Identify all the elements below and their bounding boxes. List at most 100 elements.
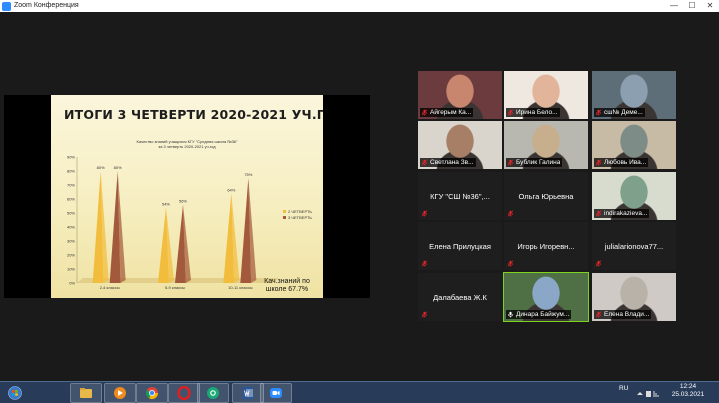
y-tick-label: 20% [67, 253, 75, 258]
legend-swatch [283, 216, 286, 219]
participant-tile[interactable]: Елена Прилуцкая [418, 222, 502, 270]
muted-mic-icon [595, 311, 602, 318]
x-tick-label: 2-4 классы [100, 285, 120, 290]
school-quality-note: Кач.знаний по школе 67.7% [264, 278, 310, 293]
participant-tile[interactable]: Игорь Игоревн... [504, 222, 588, 270]
muted-mic-icon [507, 260, 514, 267]
taskbar [0, 381, 719, 403]
x-tick-label: 10-11 классы [228, 285, 252, 290]
participant-tile[interactable]: julialarionova77... [592, 222, 676, 270]
tray-icons [637, 391, 659, 397]
y-tick-label: 80% [67, 169, 75, 174]
shared-screen: ИТОГИ 3 ЧЕТВЕРТИ 2020-2021 УЧ.ГОД Качест… [4, 95, 370, 298]
participant-nameplate: indirakazievа... [594, 209, 650, 218]
muted-mic-icon [421, 109, 428, 116]
language-indicator[interactable]: RU [619, 385, 628, 392]
zoom-window: Zoom Конференция — ☐ ✕ ИТОГИ 3 ЧЕТВЕРТИ … [0, 0, 719, 403]
y-tick-label: 10% [67, 267, 75, 272]
zoom-app-icon [2, 1, 11, 11]
window-controls: — ☐ ✕ [665, 0, 719, 12]
presentation-slide: ИТОГИ 3 ЧЕТВЕРТИ 2020-2021 УЧ.ГОД Качест… [51, 95, 323, 298]
y-tick-label: 50% [67, 211, 75, 216]
participant-name: Светлана Зв... [430, 159, 474, 166]
muted-mic-icon [507, 109, 514, 116]
legend-label: 3 ЧЕТВЕРТЬ [288, 215, 312, 220]
x-tick-label: 5-9 классы [165, 285, 185, 290]
y-tick-label: 90% [67, 155, 75, 160]
bar [109, 171, 126, 283]
participant-name: Игорь Игоревн... [517, 241, 575, 251]
participant-tile[interactable]: Любовь Ива... [592, 121, 676, 169]
participant-name: indirakazievа... [604, 210, 648, 217]
participant-name: Любовь Ива... [604, 159, 647, 166]
participant-name: Айгерым Ка... [430, 109, 472, 116]
data-label: 64% [227, 187, 235, 192]
participant-name: Елена Влади... [604, 311, 650, 318]
y-tick-label: 30% [67, 239, 75, 244]
mic-icon [508, 311, 513, 318]
data-label: 80% [97, 165, 105, 170]
minimize-button[interactable]: — [665, 0, 683, 12]
muted-mic-icon [421, 311, 428, 318]
participant-tile[interactable]: Бублик Галина [504, 121, 588, 169]
chrome-icon[interactable] [136, 383, 168, 403]
participant-tile[interactable]: Динара Байжум... [503, 272, 589, 322]
participant-nameplate: Динара Байжум... [506, 310, 572, 319]
participant-name: КГУ "СШ №36",... [430, 191, 490, 201]
media-player-icon[interactable] [104, 383, 136, 403]
participant-name: Бублик Галина [516, 159, 561, 166]
y-tick-label: 0% [69, 281, 75, 286]
muted-mic-icon [507, 210, 514, 217]
participant-nameplate: Айгерым Ка... [420, 108, 474, 117]
legend-swatch [283, 210, 286, 213]
muted-mic-icon [595, 260, 602, 267]
data-label: 56% [179, 199, 187, 204]
muted-mic-icon [421, 210, 428, 217]
data-label: 75% [244, 172, 252, 177]
title-bar: Zoom Конференция — ☐ ✕ [0, 0, 719, 12]
bar [223, 193, 240, 283]
participant-nameplate: сш№ Деме... [594, 108, 645, 117]
close-button[interactable]: ✕ [701, 0, 719, 12]
participant-name: Ирина Бело... [516, 109, 558, 116]
bar [158, 207, 174, 283]
y-tick-label: 60% [67, 197, 75, 202]
participant-tile[interactable]: Елена Влади... [592, 273, 676, 321]
participant-tile[interactable]: Айгерым Ка... [418, 71, 502, 119]
start-orb-icon[interactable] [4, 383, 26, 403]
muted-mic-icon [595, 159, 602, 166]
participant-name: Елена Прилуцкая [429, 241, 491, 251]
participant-nameplate: Ирина Бело... [506, 108, 560, 117]
bar [175, 204, 191, 283]
participant-name: Динара Байжум... [516, 311, 570, 318]
participant-tile[interactable]: Ольга Юрьевна [504, 172, 588, 220]
mail-icon[interactable] [197, 383, 229, 403]
window-title: Zoom Конференция [14, 2, 79, 9]
muted-mic-icon [595, 109, 602, 116]
legend-label: 2 ЧЕТВЕРТЬ [288, 209, 312, 214]
data-label: 54% [162, 201, 170, 206]
participant-tile[interactable]: сш№ Деме... [592, 71, 676, 119]
y-tick-label: 70% [67, 183, 75, 188]
participant-tile[interactable]: КГУ "СШ №36",... [418, 172, 502, 220]
taskbar-clock[interactable]: 12:24 25.03.2021 [664, 383, 712, 399]
participant-tile[interactable]: Далабаева Ж.К [418, 273, 502, 321]
participant-nameplate: Светлана Зв... [420, 158, 476, 167]
bar-chart: 0% 10% 20% 30% 40% 50% 60% 70% 80% 90% 80% 80% 2-4 к… [67, 155, 312, 291]
muted-mic-icon [421, 159, 428, 166]
participant-tile[interactable]: Светлана Зв... [418, 121, 502, 169]
participant-name: сш№ Деме... [604, 109, 643, 116]
maximize-button[interactable]: ☐ [683, 0, 701, 12]
explorer-icon[interactable] [70, 383, 102, 403]
system-tray[interactable] [636, 387, 660, 399]
opera-icon[interactable] [168, 383, 200, 403]
participant-nameplate: Елена Влади... [594, 310, 652, 319]
participant-name: Далабаева Ж.К [433, 292, 487, 302]
participant-nameplate: Любовь Ива... [594, 158, 649, 167]
clock-time: 12:24 [679, 383, 697, 390]
participant-tile[interactable]: indirakazievа... [592, 172, 676, 220]
zoom-icon[interactable] [260, 383, 292, 403]
muted-mic-icon [421, 260, 428, 267]
participant-name: julialarionova77... [604, 241, 664, 251]
participant-tile[interactable]: Ирина Бело... [504, 71, 588, 119]
